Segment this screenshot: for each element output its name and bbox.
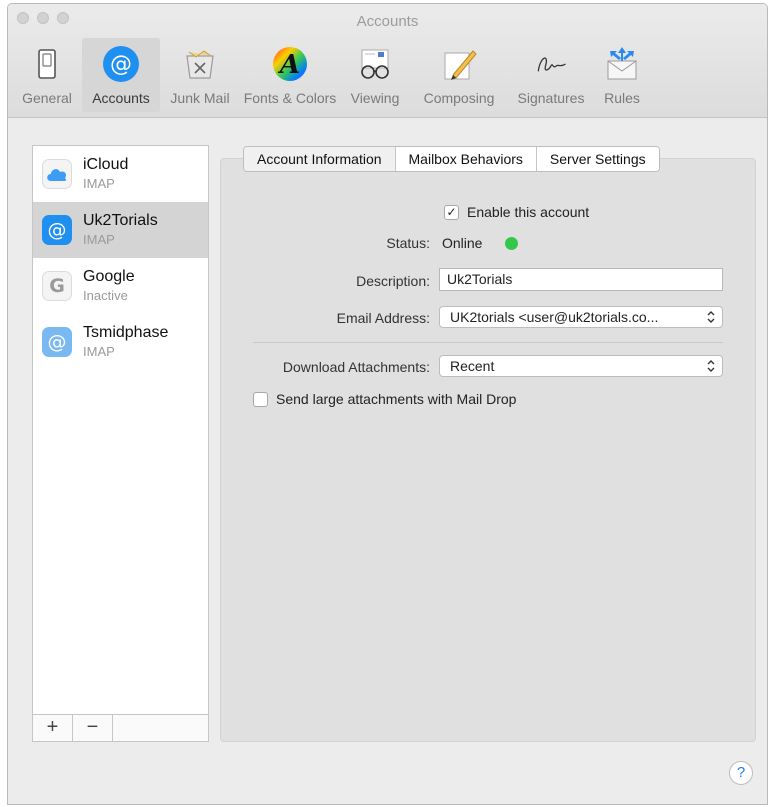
toolbar-general[interactable]: General <box>12 38 82 112</box>
google-g-icon: G <box>42 271 72 301</box>
remove-account-button[interactable]: − <box>73 715 113 741</box>
signature-icon <box>531 44 571 84</box>
accounts-list: iCloud IMAP @ Uk2Torials IMAP G Google I… <box>32 145 209 742</box>
account-item-google[interactable]: G Google Inactive <box>33 258 208 314</box>
tab-account-information[interactable]: Account Information <box>244 147 395 171</box>
general-switch-icon <box>27 44 67 84</box>
tab-mailbox-behaviors[interactable]: Mailbox Behaviors <box>394 147 536 171</box>
title-bar: Accounts General @ Accounts Junk Mail A … <box>8 4 767 118</box>
glasses-icon <box>355 44 395 84</box>
svg-text:@: @ <box>110 52 132 77</box>
junk-tray-icon <box>180 44 220 84</box>
toolbar-accounts[interactable]: @ Accounts <box>82 38 160 112</box>
help-button[interactable]: ? <box>729 761 753 785</box>
status-label: Status: <box>386 235 430 251</box>
account-item-uk2torials[interactable]: @ Uk2Torials IMAP <box>33 202 208 258</box>
popup-chevrons-icon <box>707 311 715 323</box>
preferences-toolbar: General @ Accounts Junk Mail A Fonts & C… <box>12 38 650 118</box>
status-online-indicator <box>505 237 518 250</box>
form-divider <box>253 342 723 343</box>
at-sign-icon: @ <box>101 44 141 84</box>
enable-account-label: Enable this account <box>467 204 590 220</box>
tab-server-settings[interactable]: Server Settings <box>535 147 659 171</box>
mail-drop-label: Send large attachments with Mail Drop <box>276 391 517 407</box>
toolbar-junk-mail[interactable]: Junk Mail <box>160 38 240 112</box>
email-address-label: Email Address: <box>336 310 430 326</box>
preferences-window: Accounts General @ Accounts Junk Mail A … <box>7 3 768 805</box>
at-sign-icon: @ <box>42 215 72 245</box>
email-address-value: UK2torials <user@uk2torials.co... <box>450 309 659 325</box>
download-attachments-popup[interactable]: Recent <box>439 355 723 377</box>
account-item-icloud[interactable]: iCloud IMAP <box>33 146 208 202</box>
account-item-tsmidphase[interactable]: @ Tsmidphase IMAP <box>33 314 208 370</box>
mail-drop-checkbox[interactable] <box>253 392 268 407</box>
accounts-list-footer: + − <box>33 714 208 741</box>
window-title: Accounts <box>356 13 419 30</box>
status-value: Online <box>442 235 483 251</box>
toolbar-fonts-colors[interactable]: A Fonts & Colors <box>240 38 340 112</box>
email-address-popup[interactable]: UK2torials <user@uk2torials.co... <box>439 306 723 328</box>
account-tabs: Account Information Mailbox Behaviors Se… <box>243 146 660 172</box>
download-attachments-label: Download Attachments: <box>282 359 430 375</box>
popup-chevrons-icon <box>707 360 715 372</box>
add-account-button[interactable]: + <box>33 715 73 741</box>
download-attachments-value: Recent <box>450 358 495 374</box>
toolbar-rules[interactable]: Rules <box>594 38 650 112</box>
toolbar-signatures[interactable]: Signatures <box>508 38 594 112</box>
toolbar-viewing[interactable]: Viewing <box>340 38 410 112</box>
envelope-arrows-icon <box>602 44 642 84</box>
description-label: Description: <box>356 273 430 289</box>
description-field[interactable]: Uk2Torials <box>439 268 723 291</box>
at-sign-icon: @ <box>42 327 72 357</box>
font-color-wheel-icon: A <box>270 44 310 84</box>
svg-text:A: A <box>277 50 300 80</box>
cloud-icon <box>42 159 72 189</box>
pencil-icon <box>439 44 479 84</box>
enable-account-checkbox[interactable]: ✓ <box>444 205 459 220</box>
toolbar-composing[interactable]: Composing <box>410 38 508 112</box>
